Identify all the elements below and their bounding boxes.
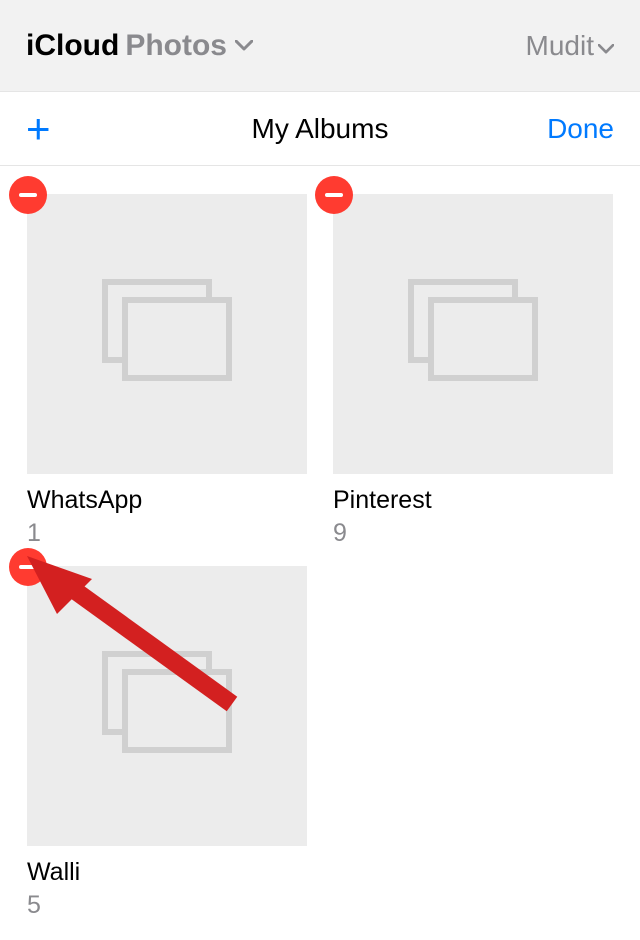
delete-album-button[interactable] xyxy=(9,176,47,214)
plus-icon: + xyxy=(26,105,51,152)
done-button[interactable]: Done xyxy=(547,113,614,145)
album-count: 5 xyxy=(27,891,307,920)
album-card-walli[interactable]: Walli 5 xyxy=(27,566,307,920)
album-placeholder-icon xyxy=(102,279,232,389)
album-name: WhatsApp xyxy=(27,486,307,515)
page-title: My Albums xyxy=(252,113,389,145)
toolbar: + My Albums Done xyxy=(0,92,640,166)
album-count: 1 xyxy=(27,519,307,548)
album-thumbnail xyxy=(27,566,307,846)
chevron-down-icon xyxy=(235,40,253,52)
minus-icon xyxy=(19,565,37,569)
album-card-whatsapp[interactable]: WhatsApp 1 xyxy=(27,194,307,548)
albums-grid: WhatsApp 1 Pinterest 9 Walli 5 xyxy=(0,166,640,920)
album-count: 9 xyxy=(333,519,613,548)
chevron-down-icon xyxy=(598,30,614,62)
album-placeholder-icon xyxy=(102,651,232,761)
album-placeholder-icon xyxy=(408,279,538,389)
delete-album-button[interactable] xyxy=(9,548,47,586)
album-name: Pinterest xyxy=(333,486,613,515)
breadcrumb[interactable]: iCloud Photos xyxy=(26,29,253,63)
album-thumbnail xyxy=(27,194,307,474)
topbar: iCloud Photos Mudit xyxy=(0,0,640,92)
album-thumbnail xyxy=(333,194,613,474)
user-menu[interactable]: Mudit xyxy=(526,30,614,62)
minus-icon xyxy=(19,193,37,197)
user-name: Mudit xyxy=(526,30,594,62)
breadcrumb-root: iCloud xyxy=(26,29,119,63)
delete-album-button[interactable] xyxy=(315,176,353,214)
add-album-button[interactable]: + xyxy=(26,108,66,150)
album-card-pinterest[interactable]: Pinterest 9 xyxy=(333,194,613,548)
breadcrumb-section: Photos xyxy=(125,29,227,63)
album-name: Walli xyxy=(27,858,307,887)
minus-icon xyxy=(325,193,343,197)
